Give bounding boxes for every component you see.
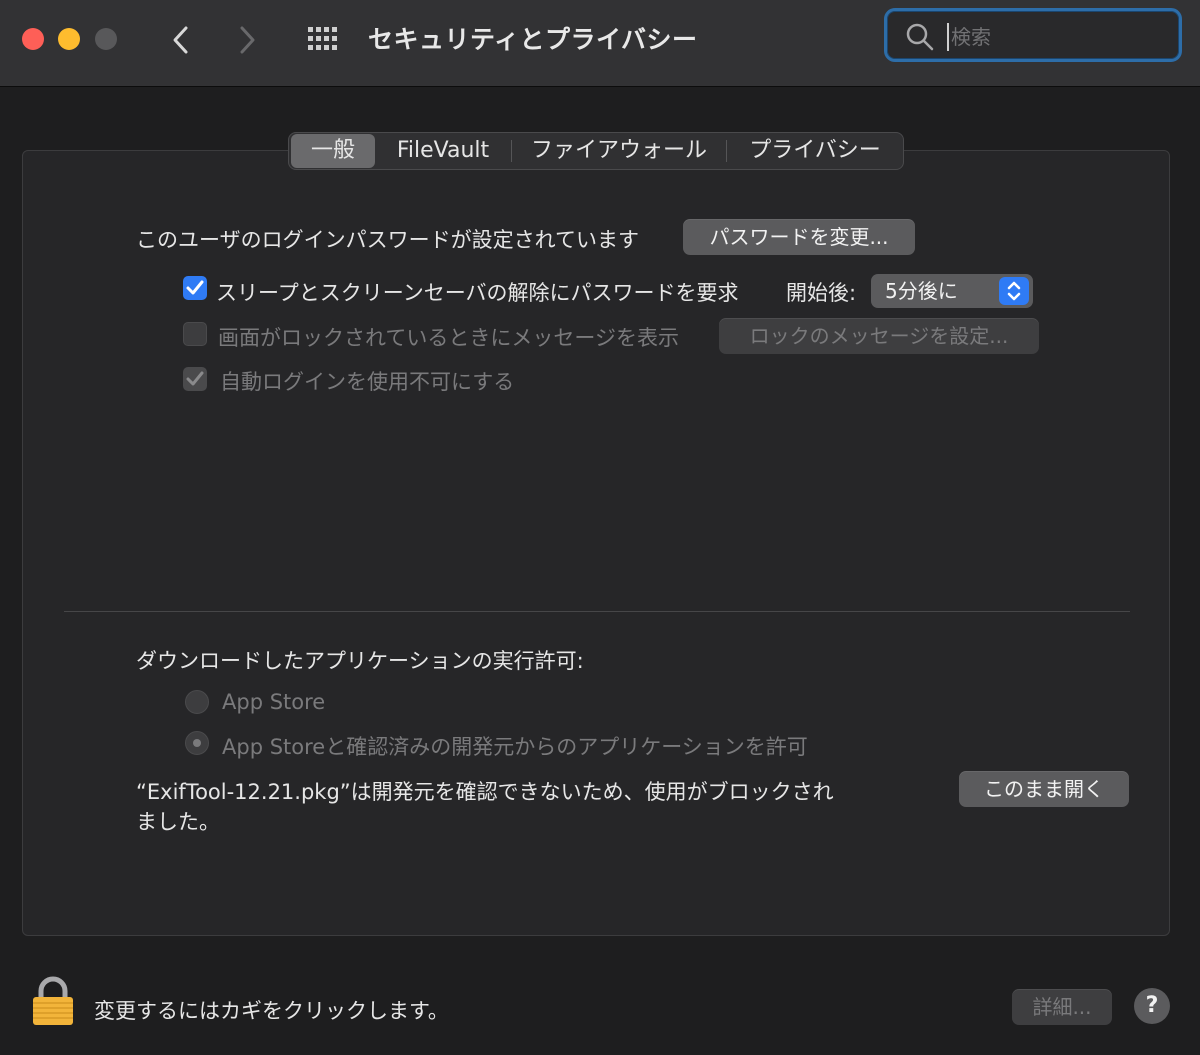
back-arrow-icon[interactable] bbox=[166, 20, 196, 60]
advanced-button[interactable]: 詳細... bbox=[1012, 989, 1112, 1025]
popup-stepper bbox=[999, 277, 1029, 305]
section-divider bbox=[64, 611, 1130, 612]
set-lock-message-button[interactable]: ロックのメッセージを設定... bbox=[719, 318, 1039, 354]
tab-bar: 一般 FileVault ファイアウォール プライバシー bbox=[288, 132, 904, 170]
close-window-button[interactable] bbox=[22, 28, 44, 50]
open-anyway-button[interactable]: このまま開く bbox=[959, 771, 1129, 807]
checkmark-icon bbox=[186, 371, 204, 386]
password-delay-popup[interactable]: 5分後に bbox=[871, 274, 1033, 308]
show-all-grid-icon[interactable] bbox=[306, 25, 342, 53]
forward-arrow-icon[interactable] bbox=[232, 20, 262, 60]
search-icon bbox=[906, 23, 934, 51]
help-button[interactable]: ? bbox=[1134, 988, 1170, 1024]
disable-autologin-checkbox[interactable] bbox=[183, 367, 207, 391]
disable-autologin-label: 自動ログインを使用不可にする bbox=[220, 370, 515, 394]
show-message-checkbox[interactable] bbox=[183, 322, 207, 346]
lock-instruction-text: 変更するにはカギをクリックします。 bbox=[94, 999, 449, 1023]
downloads-heading: ダウンロードしたアプリケーションの実行許可: bbox=[136, 649, 584, 673]
search-field[interactable]: 検索 bbox=[884, 8, 1182, 62]
minimize-window-button[interactable] bbox=[58, 28, 80, 50]
search-placeholder: 検索 bbox=[951, 25, 991, 49]
password-delay-value: 5分後に bbox=[885, 279, 958, 303]
radio-app-store-label: App Store bbox=[222, 690, 326, 714]
radio-selected-dot bbox=[193, 739, 201, 747]
radio-app-store[interactable] bbox=[185, 690, 209, 714]
radio-identified-label: App Storeと確認済みの開発元からのアプリケーションを許可 bbox=[222, 735, 808, 759]
change-password-button[interactable]: パスワードを変更... bbox=[683, 219, 915, 255]
title-bar: セキュリティとプライバシー 検索 bbox=[0, 0, 1200, 87]
tab-firewall[interactable]: ファイアウォール bbox=[512, 134, 726, 168]
blocked-message-line1: “ExifTool-12.21.pkg”は開発元を確認できないため、使用がブロッ… bbox=[136, 780, 834, 804]
require-password-label: スリープとスクリーンセーバの解除にパスワードを要求 bbox=[216, 281, 739, 305]
password-set-label: このユーザのログインパスワードが設定されています bbox=[136, 228, 639, 252]
text-caret bbox=[947, 23, 949, 51]
tab-privacy[interactable]: プライバシー bbox=[727, 134, 903, 168]
require-password-checkbox[interactable] bbox=[183, 276, 207, 300]
tab-general[interactable]: 一般 bbox=[291, 134, 375, 168]
blocked-message-line2: ました。 bbox=[136, 810, 220, 834]
window-title: セキュリティとプライバシー bbox=[368, 25, 698, 54]
start-after-label: 開始後: bbox=[786, 281, 857, 305]
tab-filevault[interactable]: FileVault bbox=[375, 134, 511, 168]
show-message-label: 画面がロックされているときにメッセージを表示 bbox=[218, 326, 679, 350]
chevron-up-down-icon bbox=[1007, 281, 1021, 301]
lock-icon[interactable] bbox=[30, 975, 76, 1027]
zoom-window-button[interactable] bbox=[95, 28, 117, 50]
checkmark-icon bbox=[186, 280, 204, 295]
radio-app-store-and-identified[interactable] bbox=[185, 731, 209, 755]
